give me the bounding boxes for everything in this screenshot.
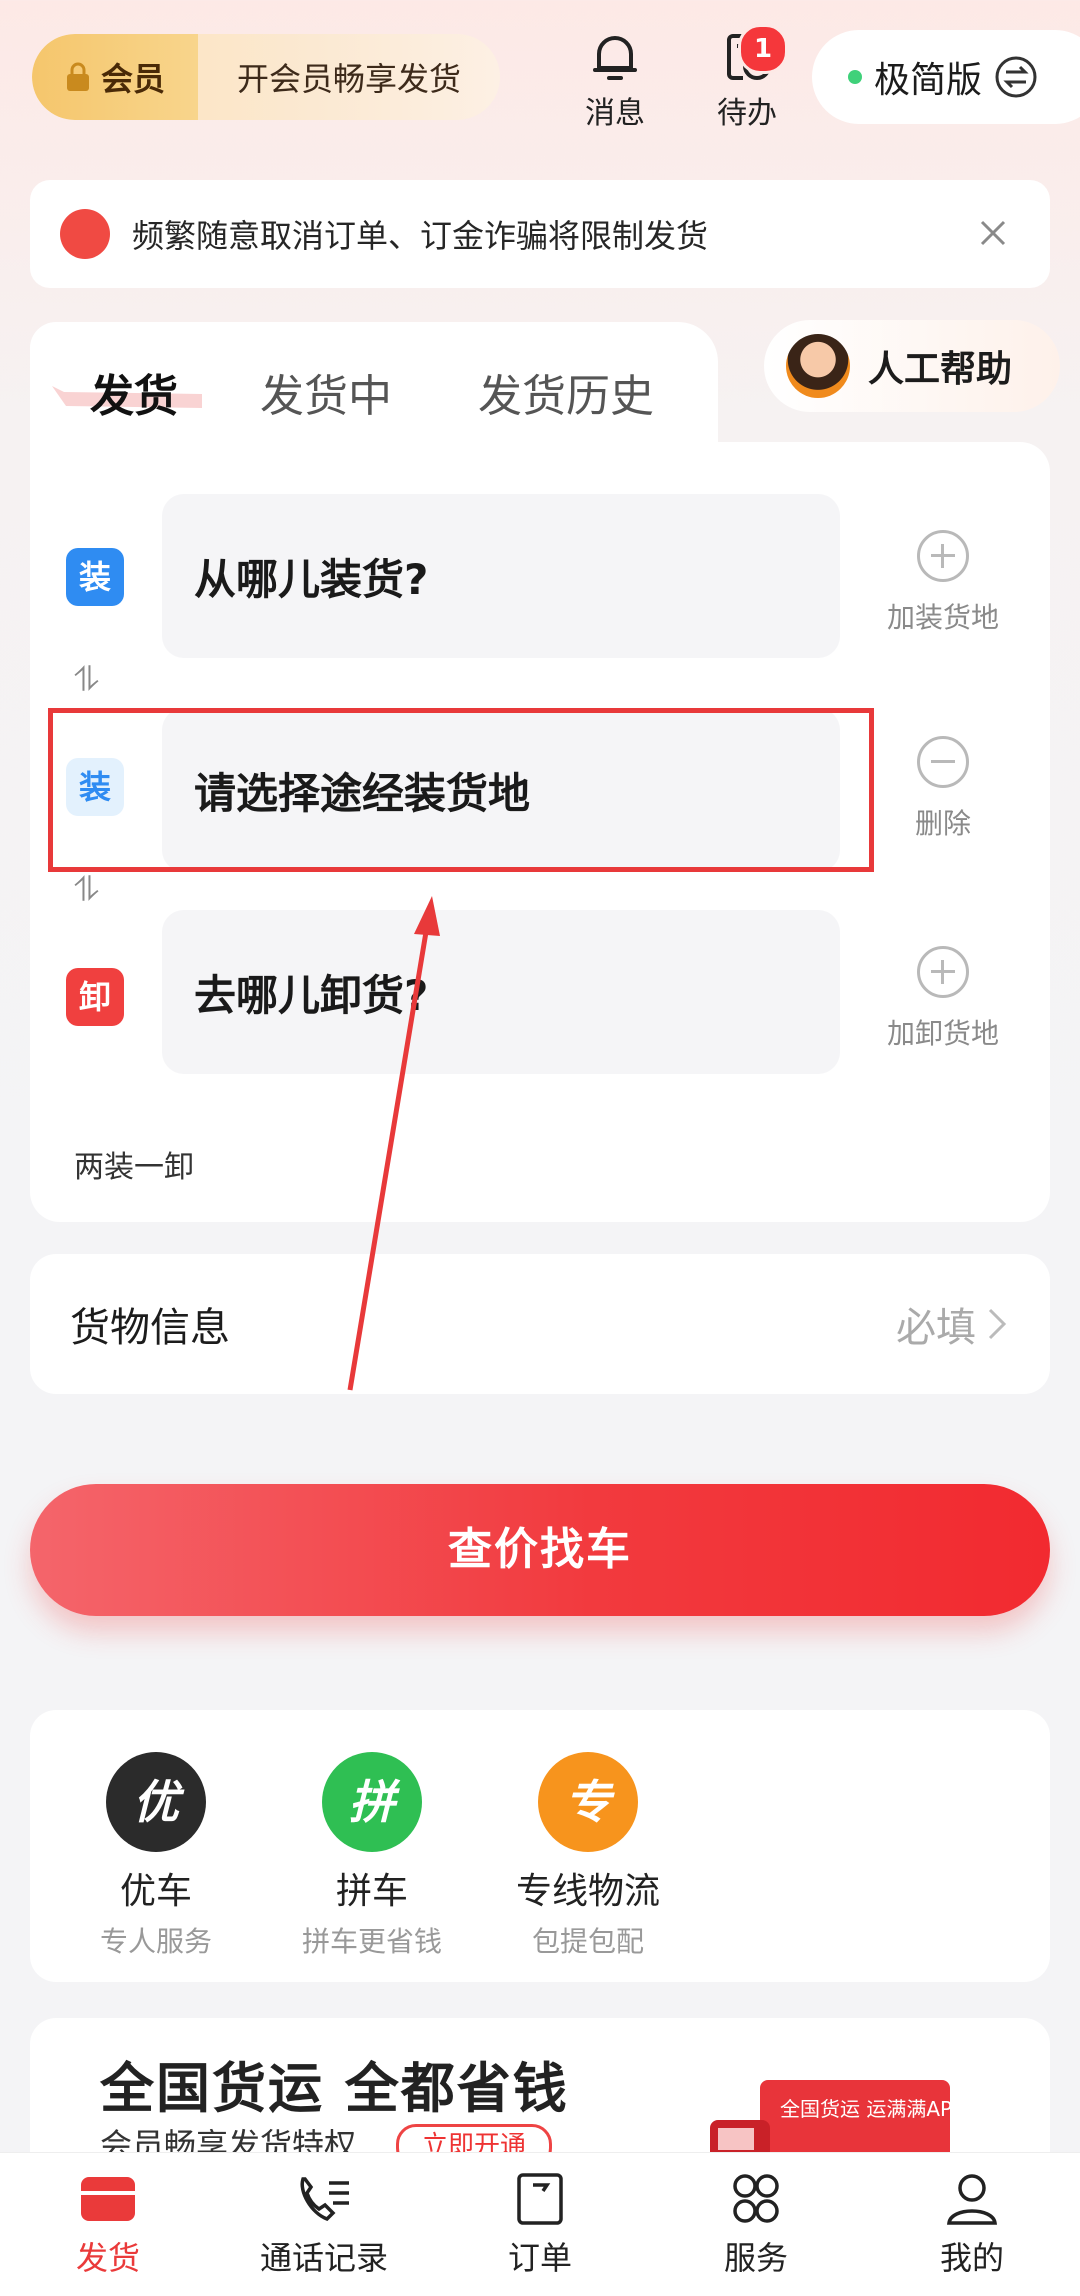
order-icon <box>517 2173 563 2225</box>
nav-call-log[interactable]: 通话记录 <box>216 2153 432 2296</box>
call-log-icon <box>300 2177 349 2222</box>
nav-label: 服务 <box>723 2239 788 2277</box>
services-icon <box>733 2174 779 2223</box>
nav-services[interactable]: 服务 <box>648 2153 864 2296</box>
service-name: 专线物流 <box>515 1871 660 1912</box>
nav-label: 订单 <box>507 2239 572 2277</box>
banner-title: 全国货运 全都省钱 <box>100 2057 569 2120</box>
check-price-button[interactable]: 查价找车 <box>30 1484 1050 1616</box>
service-premium-car[interactable]: 优 优车 专人服务 <box>46 1752 266 1960</box>
nav-label: 我的 <box>939 2239 1004 2277</box>
nav-ship[interactable]: 发货 <box>0 2153 216 2296</box>
profile-icon <box>947 2174 997 2225</box>
service-subtitle: 专人服务 <box>99 1925 212 1958</box>
service-carpool[interactable]: 拼 拼车 拼车更省钱 <box>262 1752 482 1960</box>
service-subtitle: 包提包配 <box>531 1925 644 1958</box>
carpool-icon: 拼 <box>322 1752 422 1852</box>
annotation-arrow <box>347 896 440 1391</box>
ship-icon <box>81 2177 135 2221</box>
service-name: 优车 <box>119 1871 192 1912</box>
dedicated-line-icon: 专 <box>538 1752 638 1852</box>
truck-text: 全国货运 运满满APP <box>780 2097 960 2121</box>
bottom-nav: 发货 通话记录 订单 服务 我的 <box>0 2152 1080 2296</box>
nav-orders[interactable]: 订单 <box>432 2153 648 2296</box>
nav-label: 通话记录 <box>259 2239 388 2277</box>
service-subtitle: 拼车更省钱 <box>301 1925 442 1958</box>
nav-label: 发货 <box>75 2239 140 2277</box>
nav-profile[interactable]: 我的 <box>864 2153 1080 2296</box>
service-dedicated-line[interactable]: 专 专线物流 包提包配 <box>478 1752 698 1960</box>
premium-car-icon: 优 <box>106 1752 206 1852</box>
service-name: 拼车 <box>335 1871 408 1912</box>
